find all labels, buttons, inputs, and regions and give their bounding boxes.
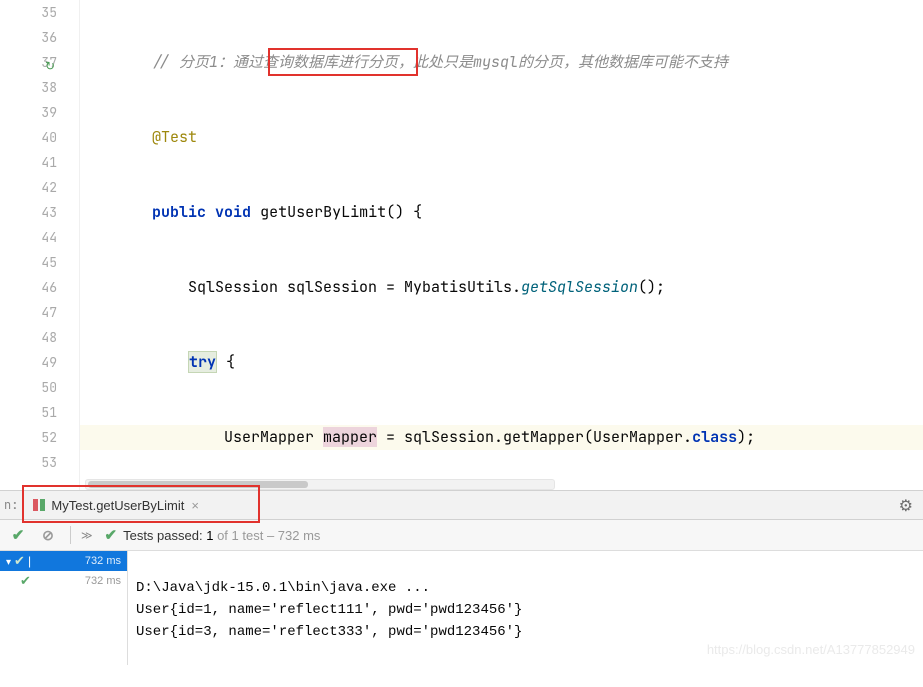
line-number: 51 bbox=[41, 404, 57, 421]
line-number: 39 bbox=[41, 104, 57, 121]
line-number: 38 bbox=[41, 79, 57, 96]
line-number: 40 bbox=[41, 129, 57, 146]
check-icon: ✔ bbox=[105, 526, 118, 544]
code-text: { bbox=[217, 352, 235, 372]
run-config-label: MyTest.getUserByLimit bbox=[51, 498, 184, 513]
code-text: public bbox=[152, 202, 206, 222]
check-button[interactable]: ✔ bbox=[6, 523, 30, 547]
watermark: https://blog.csdn.net/A13777852949 bbox=[707, 639, 915, 661]
test-time: 732 ms bbox=[85, 575, 121, 587]
line-number: 48 bbox=[41, 329, 57, 346]
console-output[interactable]: D:\Java\jdk-15.0.1\bin\java.exe ... User… bbox=[128, 551, 923, 665]
line-number: 45 bbox=[41, 254, 57, 271]
check-icon: ✔ bbox=[14, 553, 25, 568]
line-gutter: 35 36 37 ↻ 38 39 40 41 42 43 44 45 46 47… bbox=[0, 0, 80, 490]
tests-time: – 732 ms bbox=[267, 528, 320, 543]
line-number: 35 bbox=[41, 4, 57, 21]
code-text: SqlSession sqlSession = MybatisUtils. bbox=[188, 277, 521, 297]
line-number: 47 bbox=[41, 304, 57, 321]
horizontal-scrollbar[interactable] bbox=[85, 479, 555, 490]
code-text: (); bbox=[638, 277, 665, 297]
test-tree-item[interactable]: ✔ 732 ms bbox=[0, 571, 127, 591]
scrollbar-thumb[interactable] bbox=[88, 481, 308, 488]
line-number: 52 bbox=[41, 429, 57, 446]
gear-icon[interactable]: ⚙ bbox=[899, 495, 913, 516]
code-text: getSqlSession bbox=[521, 277, 638, 297]
line-number: 41 bbox=[41, 154, 57, 171]
test-toolbar: ✔ ⊘ ≫ ✔ Tests passed: 1 of 1 test – 732 … bbox=[0, 520, 923, 551]
run-tool-window: ▾✔| 732 ms ✔ 732 ms D:\Java\jdk-15.0.1\b… bbox=[0, 551, 923, 665]
code-text: try bbox=[188, 351, 217, 373]
chevron-down-icon: ▾ bbox=[6, 557, 11, 568]
code-text: mapper bbox=[323, 427, 377, 447]
run-config-tab[interactable]: MyTest.getUserByLimit × bbox=[24, 491, 207, 519]
stop-button[interactable]: ⊘ bbox=[36, 523, 60, 547]
stop-icon: ⊘ bbox=[42, 527, 54, 544]
code-text: () { bbox=[386, 202, 422, 222]
junit-icon bbox=[32, 498, 46, 512]
separator: | bbox=[28, 554, 31, 568]
code-text: = sqlSession.getMapper(UserMapper. bbox=[377, 427, 692, 447]
tests-label: Tests passed: bbox=[123, 528, 203, 543]
tab-prefix: n: bbox=[0, 497, 24, 513]
close-tab-icon[interactable]: × bbox=[191, 498, 199, 513]
code-text: void bbox=[215, 202, 251, 222]
line-number: 43 bbox=[41, 204, 57, 221]
code-text: getUserByLimit bbox=[260, 202, 386, 222]
tests-passed-label: Tests passed: 1 of 1 test – 732 ms bbox=[123, 528, 320, 543]
code-editor[interactable]: 35 36 37 ↻ 38 39 40 41 42 43 44 45 46 47… bbox=[0, 0, 923, 490]
console-line: User{id=3, name='reflect333', pwd='pwd12… bbox=[136, 624, 522, 640]
check-icon: ✔ bbox=[12, 526, 25, 544]
console-line: User{id=1, name='reflect111', pwd='pwd12… bbox=[136, 602, 522, 618]
code-text: // 分页1：通过查询数据库进行分页，此处只是mysql的分页，其他数据库可能不… bbox=[152, 52, 728, 72]
code-text: @Test bbox=[152, 127, 197, 147]
tests-count: 1 bbox=[206, 528, 213, 543]
run-tab-bar: n: MyTest.getUserByLimit × ⚙ bbox=[0, 490, 923, 520]
test-tree[interactable]: ▾✔| 732 ms ✔ 732 ms bbox=[0, 551, 128, 665]
check-icon: ✔ bbox=[20, 573, 31, 588]
line-number: 36 bbox=[41, 29, 57, 46]
expand-chevrons-icon[interactable]: ≫ bbox=[81, 529, 93, 542]
line-number: 46 bbox=[41, 279, 57, 296]
code-text: ); bbox=[737, 427, 755, 447]
line-number: 49 bbox=[41, 354, 57, 371]
code-text: class bbox=[692, 427, 737, 447]
code-content[interactable]: // 分页1：通过查询数据库进行分页，此处只是mysql的分页，其他数据库可能不… bbox=[80, 0, 923, 490]
code-text: UserMapper bbox=[224, 427, 323, 447]
line-number: 53 bbox=[41, 454, 57, 471]
line-number: 44 bbox=[41, 229, 57, 246]
line-number: 42 bbox=[41, 179, 57, 196]
line-number: 50 bbox=[41, 379, 57, 396]
tests-of: of 1 test bbox=[217, 528, 263, 543]
test-time: 732 ms bbox=[85, 555, 121, 567]
console-line: D:\Java\jdk-15.0.1\bin\java.exe ... bbox=[136, 580, 430, 596]
test-tree-root[interactable]: ▾✔| 732 ms bbox=[0, 551, 127, 571]
divider bbox=[70, 526, 71, 544]
